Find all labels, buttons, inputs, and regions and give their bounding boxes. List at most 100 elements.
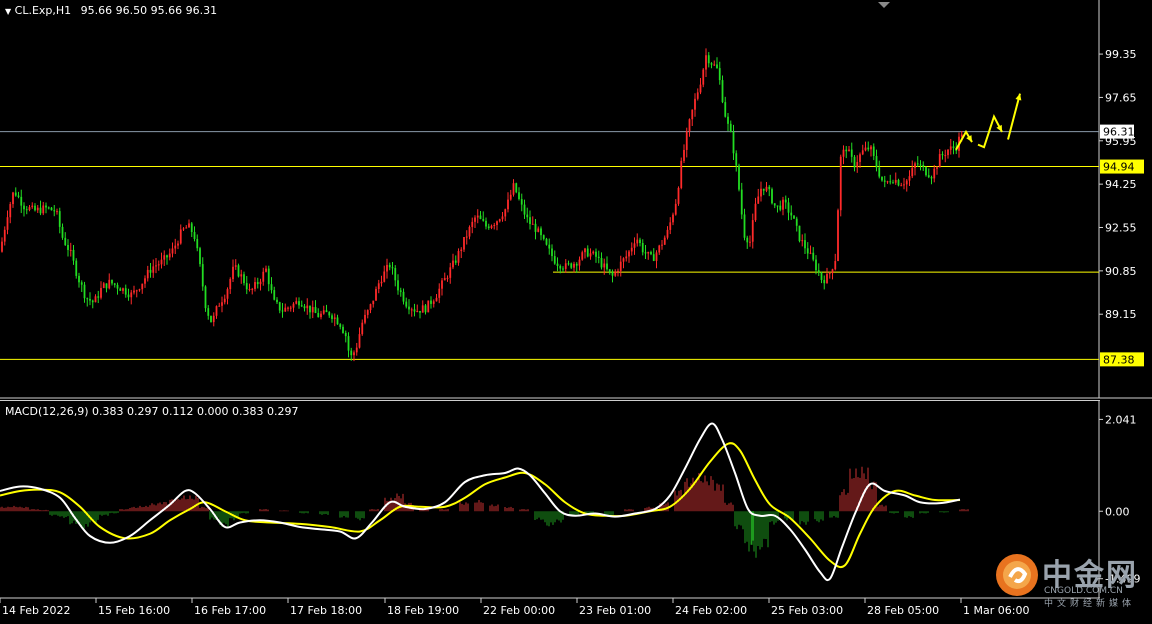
candle-body [91,300,94,303]
candle-body [540,228,542,236]
candle-body [168,253,171,258]
candle-body [262,271,265,282]
candle[interactable] [738,163,740,192]
candle-body [276,299,278,303]
candle-body [933,168,936,179]
candle-body [848,149,850,152]
candle-body [952,146,955,149]
candle-body [314,307,317,313]
candle-body [284,307,287,312]
candle-body [573,263,575,268]
candle-body [146,269,149,279]
candle-body [707,55,710,64]
watermark-tagline: 中文财经新媒体 [1044,599,1136,609]
candle-body [688,119,691,132]
candle-body [39,207,42,214]
candle-body [754,203,757,221]
candle-body [820,272,823,280]
candle-body [397,280,399,291]
candle-body [177,243,179,246]
candle-body [507,199,509,210]
candle-body [806,248,809,254]
candle-body [914,163,916,168]
candle-body [53,210,56,212]
candle[interactable] [199,246,201,267]
candle-body [14,192,17,196]
candle-body [229,279,232,290]
candle[interactable] [515,182,518,194]
candle[interactable] [925,166,927,177]
candle[interactable] [237,263,240,278]
collapse-triangle-icon[interactable]: ▼ [5,7,11,16]
chart-canvas[interactable]: 94.9487.3896.3199.3597.6595.9594.2592.55… [0,0,1152,620]
candle[interactable] [75,258,78,279]
candle-body [608,269,611,273]
candle-body [311,307,314,313]
candle-body [350,350,353,356]
candle-body [108,279,111,289]
candle-body [394,268,397,281]
candle-body [102,283,105,288]
candle-body [256,282,259,285]
candle-body [245,283,248,290]
candle-body [336,317,339,325]
x-tick-label: 22 Feb 00:00 [483,604,555,617]
candle-body [67,244,69,250]
candle-body [839,156,842,211]
candle-body [424,305,427,313]
candle-body [743,214,746,238]
candle-body [892,182,894,184]
candle-body [149,269,152,273]
candle-body [416,310,419,312]
candle-body [757,196,760,204]
candle-body [515,183,518,193]
candle-body [710,63,713,65]
candle[interactable] [210,315,212,323]
candle[interactable] [771,187,773,205]
candle[interactable] [702,68,705,88]
candle-body [625,256,628,259]
candle[interactable] [837,208,839,262]
candle-body [941,154,944,156]
candle-body [465,236,468,238]
candle-body [135,290,138,292]
candle-body [122,288,124,291]
candle-body [636,239,639,244]
candle[interactable] [427,300,430,313]
candle-body [97,296,100,298]
candle-body [699,84,702,93]
candle-body [526,214,529,218]
candle-body [289,307,292,309]
candle-body [597,256,600,258]
candle-body [449,267,452,278]
candle-body [309,305,311,313]
candle[interactable] [793,215,795,219]
candle-body [119,288,122,291]
candle-body [666,229,669,238]
candle-body [485,220,487,227]
candle[interactable] [545,237,548,246]
candle[interactable] [680,157,683,190]
candle-body [622,258,625,262]
candle-body [144,278,146,284]
candle[interactable] [839,154,842,217]
candle-body [6,217,9,230]
candle-body [9,204,12,218]
candle[interactable] [798,225,801,243]
candle-body [949,146,952,150]
candle-body [658,245,661,253]
candle-body [94,296,97,303]
trading-chart[interactable]: 94.94 87.38 96.31 99.35 97.65 95.95 94.25 92.55… [0,0,1152,620]
candle-body [669,222,672,230]
candle-body [595,251,597,257]
candle-body [116,284,119,289]
candle-body [584,248,586,253]
candle-body [721,80,724,103]
candle-body [823,279,826,284]
candle[interactable] [204,285,207,312]
candle[interactable] [677,186,680,206]
candle-body [201,264,204,287]
candle-body [355,347,358,353]
candle-body [441,280,443,289]
candle-body [740,189,743,215]
